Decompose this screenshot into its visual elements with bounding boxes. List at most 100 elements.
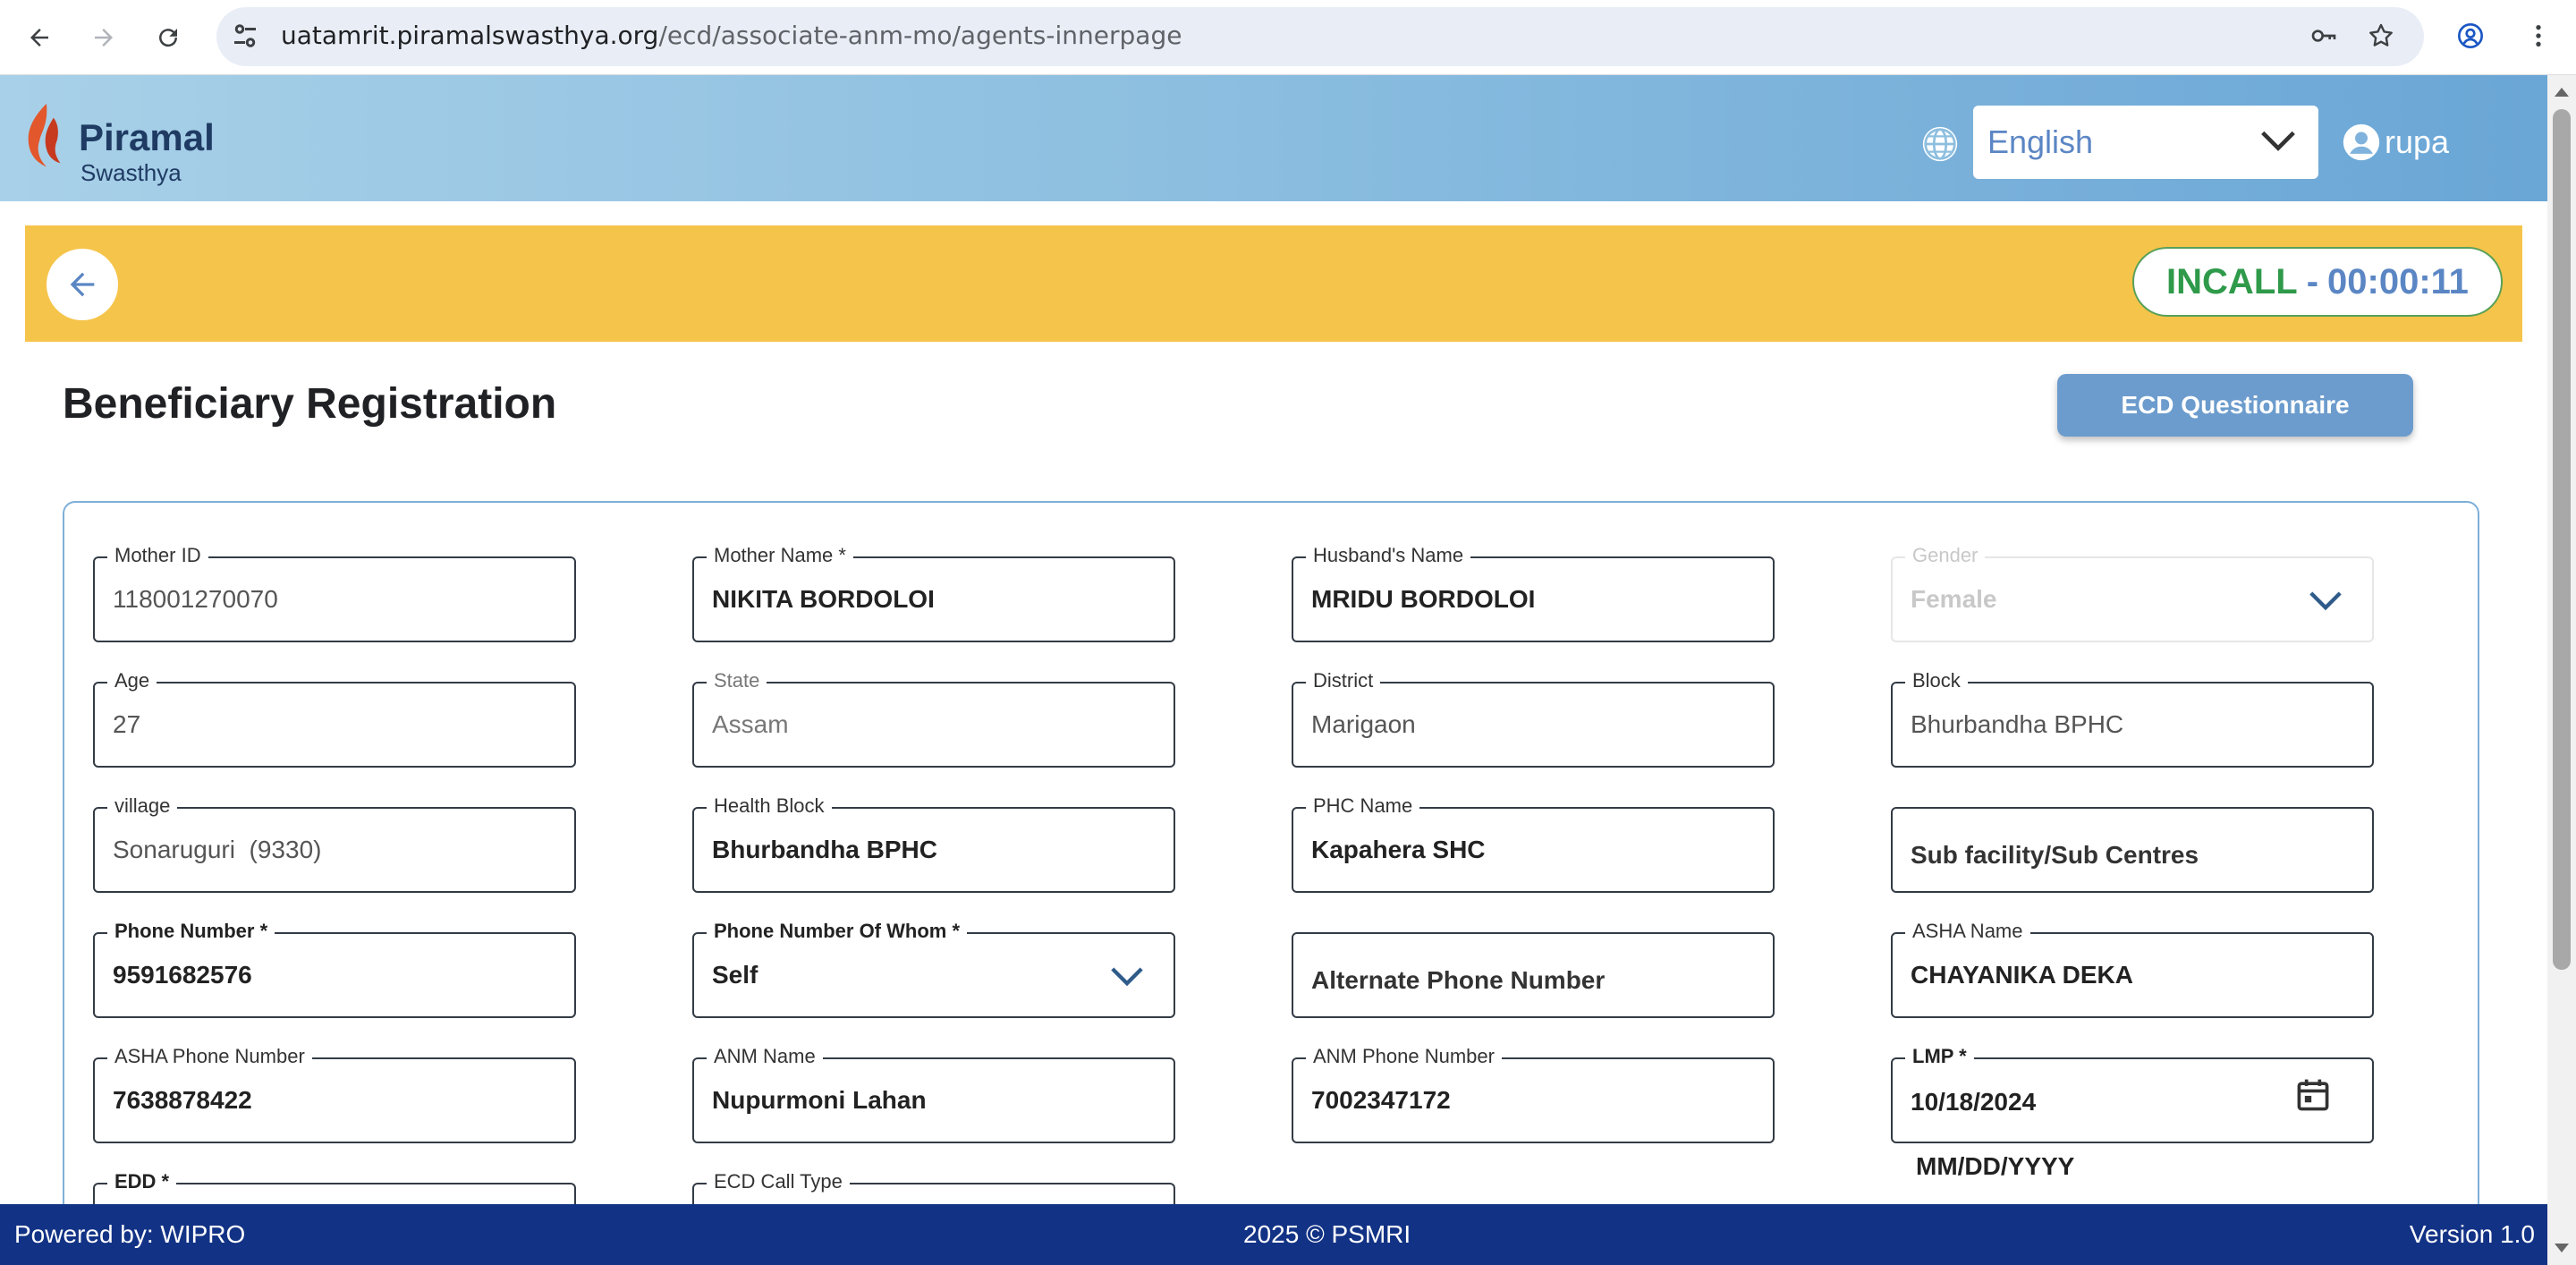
- field-label: ANM Name: [707, 1045, 823, 1068]
- phc-name-field[interactable]: PHC Name Kapahera SHC: [1292, 794, 1775, 893]
- field-label: ANM Phone Number: [1306, 1045, 1502, 1068]
- globe-icon: [1922, 126, 1958, 162]
- chevron-down-icon: [1111, 967, 1143, 987]
- flame-logo-icon: [28, 103, 61, 167]
- field-label: ECD Call Type: [707, 1170, 850, 1193]
- field-placeholder: Alternate Phone Number: [1311, 966, 1606, 994]
- page-title: Beneficiary Registration: [63, 380, 557, 428]
- browser-toolbar: uatamrit.piramalswasthya.org/ecd/associa…: [0, 0, 2576, 75]
- account-circle-icon: [2343, 123, 2380, 161]
- scroll-down-arrow-icon[interactable]: [2555, 1244, 2569, 1252]
- field-label: Health Block: [707, 794, 832, 818]
- field-value: Nupurmoni Lahan: [712, 1086, 927, 1114]
- field-value: Kapahera SHC: [1311, 836, 1486, 863]
- health-block-field[interactable]: Health Block Bhurbandha BPHC: [692, 794, 1175, 893]
- reload-icon[interactable]: [148, 18, 188, 57]
- lmp-date-field[interactable]: LMP * 10/18/2024: [1891, 1045, 2374, 1143]
- bookmark-star-icon[interactable]: [2363, 18, 2399, 54]
- user-menu[interactable]: rupa: [2342, 120, 2449, 165]
- scroll-thumb[interactable]: [2553, 109, 2571, 970]
- app-footer: Powered by: WIPRO 2025 © PSMRI Version 1…: [0, 1204, 2547, 1265]
- field-label: Husband's Name: [1306, 544, 1471, 567]
- call-status: INCALL: [2166, 261, 2298, 301]
- field-label: State: [707, 669, 767, 692]
- field-value: 27: [113, 710, 141, 738]
- back-button[interactable]: [47, 249, 118, 320]
- call-timer: 00:00:11: [2327, 261, 2469, 301]
- chevron-down-icon: [2309, 591, 2342, 611]
- logo-subtitle: Swasthya: [80, 159, 182, 186]
- call-separator: -: [2306, 261, 2319, 301]
- phone-number-field[interactable]: Phone Number * 9591682576: [93, 920, 576, 1018]
- chevron-down-icon: [2261, 131, 2295, 151]
- more-menu-icon[interactable]: [2521, 18, 2556, 54]
- mother-name-field[interactable]: Mother Name * NIKITA BORDOLOI: [692, 544, 1175, 642]
- lmp-date-hint: MM/DD/YYYY: [1916, 1152, 2075, 1180]
- page-scrollbar[interactable]: [2547, 75, 2576, 1265]
- url-text[interactable]: uatamrit.piramalswasthya.org/ecd/associa…: [281, 20, 1182, 52]
- alternate-phone-field[interactable]: Alternate Phone Number: [1292, 932, 1775, 1018]
- field-value: CHAYANIKA DEKA: [1911, 961, 2133, 989]
- age-field[interactable]: Age 27: [93, 669, 576, 768]
- piramal-logo[interactable]: Piramal Swasthya: [18, 95, 215, 188]
- version: Version 1.0: [2409, 1220, 2535, 1248]
- village-field[interactable]: village Sonaruguri (9330): [93, 794, 576, 893]
- field-value: 10/18/2024: [1911, 1088, 2037, 1116]
- field-value: Bhurbandha BPHC: [1911, 710, 2124, 738]
- field-value: Self: [712, 961, 758, 989]
- copyright: 2025 © PSMRI: [1243, 1220, 1411, 1248]
- language-select[interactable]: English: [1973, 106, 2318, 179]
- url-domain: uatamrit.piramalswasthya.org: [281, 21, 659, 50]
- anm-phone-field[interactable]: ANM Phone Number 7002347172: [1292, 1045, 1775, 1143]
- field-label: Mother Name *: [707, 544, 853, 567]
- mother-id-field[interactable]: Mother ID 118001270070: [93, 544, 576, 642]
- sub-facility-field[interactable]: Sub facility/Sub Centres: [1891, 807, 2374, 893]
- call-status-bar: INCALL - 00:00:11: [25, 225, 2522, 342]
- forward-arrow-icon[interactable]: [84, 18, 123, 57]
- logo-word: Piramal: [79, 116, 215, 158]
- field-value: Female: [1911, 585, 1997, 613]
- field-value: 7002347172: [1311, 1086, 1451, 1114]
- powered-by: Powered by: WIPRO: [14, 1220, 246, 1248]
- app-header: Piramal Swasthya English rupa: [0, 75, 2547, 204]
- block-field[interactable]: Block Bhurbandha BPHC: [1891, 669, 2374, 768]
- profile-icon[interactable]: [2453, 18, 2488, 54]
- field-label: Block: [1905, 669, 1968, 692]
- scroll-up-arrow-icon[interactable]: [2555, 88, 2569, 97]
- asha-name-field[interactable]: ASHA Name CHAYANIKA DEKA: [1891, 920, 2374, 1018]
- ecd-questionnaire-button[interactable]: ECD Questionnaire: [2057, 374, 2413, 437]
- field-label: Age: [107, 669, 157, 692]
- anm-name-field[interactable]: ANM Name Nupurmoni Lahan: [692, 1045, 1175, 1143]
- site-settings-icon[interactable]: [229, 20, 261, 52]
- field-value: Marigaon: [1311, 710, 1416, 738]
- field-label: Mother ID: [107, 544, 208, 567]
- field-label: Phone Number *: [107, 920, 275, 943]
- back-arrow-icon[interactable]: [20, 18, 59, 57]
- field-label: village: [107, 794, 178, 818]
- url-path: /ecd/associate-anm-mo/agents-innerpage: [658, 21, 1182, 50]
- phone-of-whom-select[interactable]: Phone Number Of Whom * Self: [692, 920, 1175, 1018]
- gender-select[interactable]: Gender Female: [1891, 544, 2374, 642]
- language-value: English: [1987, 123, 2094, 160]
- field-value: Sonaruguri (9330): [113, 836, 322, 863]
- call-timer-badge: INCALL - 00:00:11: [2132, 247, 2503, 317]
- field-value: 9591682576: [113, 961, 252, 989]
- field-value: MRIDU BORDOLOI: [1311, 585, 1536, 613]
- field-label: Gender: [1905, 544, 1986, 567]
- field-label: District: [1306, 669, 1381, 692]
- asha-phone-field[interactable]: ASHA Phone Number 7638878422: [93, 1045, 576, 1143]
- field-label: ASHA Name: [1905, 920, 2030, 943]
- field-value: Bhurbandha BPHC: [712, 836, 937, 863]
- husband-name-field[interactable]: Husband's Name MRIDU BORDOLOI: [1292, 544, 1775, 642]
- field-label: Phone Number Of Whom *: [707, 920, 967, 943]
- username: rupa: [2385, 123, 2450, 160]
- district-field[interactable]: District Marigaon: [1292, 669, 1775, 768]
- field-label: ASHA Phone Number: [107, 1045, 312, 1068]
- field-placeholder: Sub facility/Sub Centres: [1911, 841, 2199, 869]
- field-label: EDD *: [107, 1170, 177, 1193]
- registration-form: Mother ID 118001270070 Mother Name * NIK…: [63, 501, 2479, 1218]
- calendar-icon[interactable]: [2293, 1075, 2333, 1115]
- password-key-icon[interactable]: [2306, 18, 2342, 54]
- main-panel: INCALL - 00:00:11 Beneficiary Registrati…: [25, 225, 2522, 1218]
- state-field[interactable]: State Assam: [692, 669, 1175, 768]
